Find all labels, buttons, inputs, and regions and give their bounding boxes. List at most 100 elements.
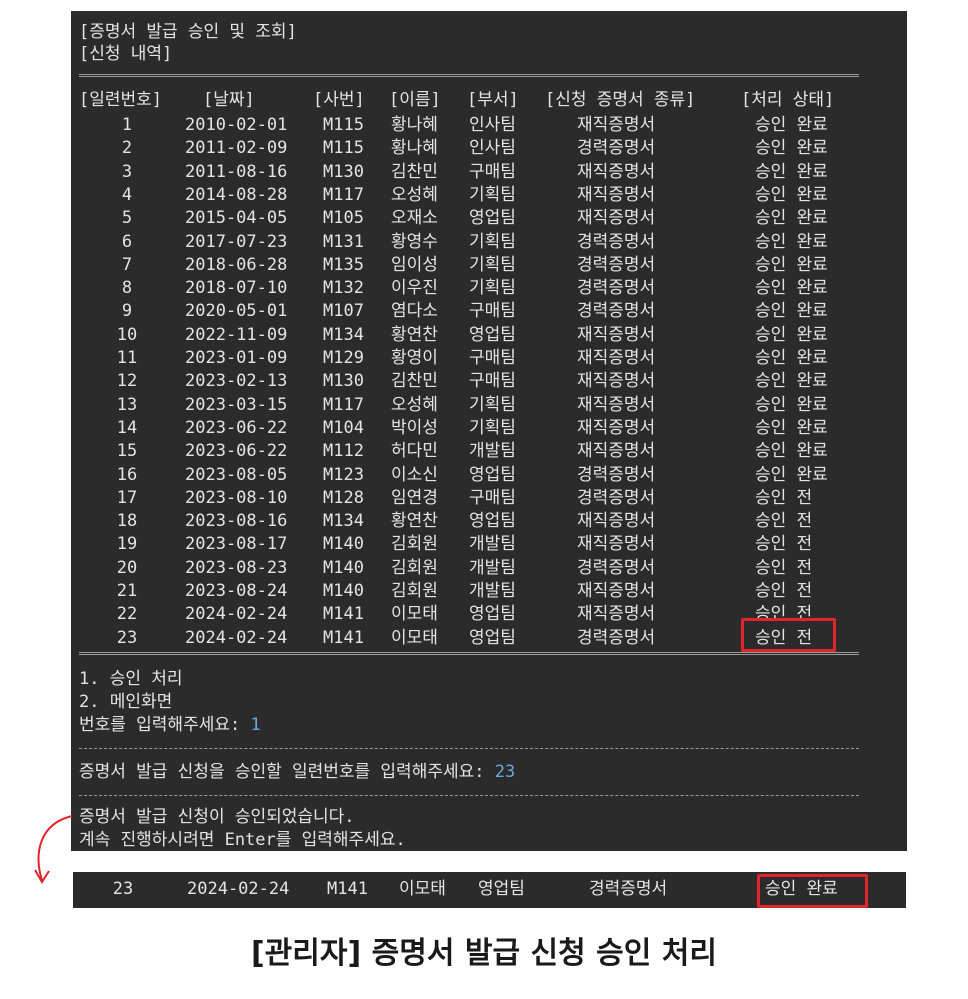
cell-type: 경력증명서 xyxy=(577,301,656,322)
menu-input-value: 1 xyxy=(250,715,261,735)
cell-emp: M131 xyxy=(323,231,364,252)
table-row: 18 2023-08-16 M134 황연찬 영업팀 재직증명서 승인 전 xyxy=(71,510,907,533)
table-row: 11 2023-01-09 M129 황영이 구매팀 재직증명서 승인 완료 xyxy=(71,347,907,370)
continue-prompt: 계속 진행하시려면 Enter를 입력해주세요. xyxy=(79,830,406,850)
cell-status: 승인 완료 xyxy=(755,115,828,135)
divider xyxy=(79,652,859,655)
cell-name: 이모태 xyxy=(391,604,438,625)
divider xyxy=(79,795,859,796)
serial-prompt[interactable]: 증명서 발급 신청을 승인할 일련번호를 입력해주세요: 23 xyxy=(79,761,515,784)
cell-emp: M141 xyxy=(323,627,364,648)
highlight-box xyxy=(741,618,836,652)
cell-type: 재직증명서 xyxy=(577,208,656,229)
curved-arrow-icon xyxy=(34,815,73,884)
divider xyxy=(79,748,859,749)
cell-dept: 개발팀 xyxy=(469,534,516,555)
screen-title: [증명서 발급 승인 및 조회] xyxy=(79,22,297,42)
cell-date: 2018-07-10 xyxy=(185,278,288,299)
cell-emp: M128 xyxy=(323,487,364,508)
cell-seq: 21 xyxy=(116,581,138,601)
cell-status: 승인 완료 xyxy=(755,184,828,205)
cell-seq: 6 xyxy=(121,231,133,252)
divider xyxy=(79,74,859,77)
table-row: 10 2022-11-09 M134 황연찬 영업팀 재직증명서 승인 완료 xyxy=(71,324,907,347)
cell-seq: 13 xyxy=(116,394,138,415)
cell-status: 승인 전 xyxy=(755,581,813,601)
cell-name: 황나혜 xyxy=(391,138,438,159)
cell-status: 승인 완료 xyxy=(755,231,828,252)
cell-dept: 인사팀 xyxy=(469,138,516,159)
cell-status: 승인 완료 xyxy=(755,278,828,299)
cell-date: 2015-04-05 xyxy=(185,208,288,229)
cell-name: 김찬민 xyxy=(391,371,438,392)
success-message: 증명서 발급 신청이 승인되었습니다. xyxy=(79,807,355,827)
table-row: 20 2023-08-23 M140 김회원 개발팀 경력증명서 승인 전 xyxy=(71,557,907,580)
cell-dept: 구매팀 xyxy=(469,487,516,508)
cell-dept: 인사팀 xyxy=(469,115,516,135)
cell-emp: M130 xyxy=(323,161,364,182)
cell-dept: 구매팀 xyxy=(469,161,516,182)
cell-status: 승인 완료 xyxy=(755,394,828,415)
cell-name: 오성혜 xyxy=(391,184,438,205)
cell-emp: M117 xyxy=(323,394,364,415)
cell-name: 김회원 xyxy=(391,581,438,601)
cell-seq: 1 xyxy=(121,115,133,135)
cell-status: 승인 전 xyxy=(755,511,813,532)
cell-type: 재직증명서 xyxy=(577,417,656,438)
cell-seq: 20 xyxy=(116,557,138,578)
cell-seq: 7 xyxy=(121,254,133,275)
cell-date: 2024-02-24 xyxy=(185,627,288,648)
cell-status: 승인 전 xyxy=(755,534,813,555)
cell-date: 2020-05-01 xyxy=(185,301,288,322)
cell-type: 재직증명서 xyxy=(577,511,656,532)
cell-type: 재직증명서 xyxy=(577,581,656,601)
cell-dept: 개발팀 xyxy=(469,581,516,601)
cell-name: 임연경 xyxy=(391,487,438,508)
cell-seq: 12 xyxy=(116,371,138,392)
table-row: 12 2023-02-13 M130 김찬민 구매팀 재직증명서 승인 완료 xyxy=(71,370,907,393)
menu-prompt[interactable]: 번호를 입력해주세요: 1 xyxy=(79,714,261,737)
table-row: 19 2023-08-17 M140 김회원 개발팀 재직증명서 승인 전 xyxy=(71,533,907,556)
cell-emp: M134 xyxy=(323,511,364,532)
cell-seq: 2 xyxy=(121,138,133,159)
cell-date: 2023-03-15 xyxy=(185,394,288,415)
cell-status: 승인 완료 xyxy=(755,301,828,322)
cell-emp: M132 xyxy=(323,278,364,299)
table-row: 1 2010-02-01 M115 황나혜 인사팀 재직증명서 승인 완료 xyxy=(71,114,907,137)
cell-name: 황연찬 xyxy=(391,511,438,532)
cell-dept: 기획팀 xyxy=(469,278,516,299)
cell-name: 황나혜 xyxy=(391,115,438,135)
cell-status: 승인 완료 xyxy=(755,208,828,229)
cell-dept: 구매팀 xyxy=(469,301,516,322)
cell-dept: 기획팀 xyxy=(469,254,516,275)
cell-type: 경력증명서 xyxy=(577,487,656,508)
table-row: 14 2023-06-22 M104 박이성 기획팀 재직증명서 승인 완료 xyxy=(71,417,907,440)
cell-emp: M129 xyxy=(323,348,364,368)
cell-name: 이모태 xyxy=(391,627,438,648)
cell-date: 2011-02-09 xyxy=(185,138,288,159)
header-emp: [사번] xyxy=(313,90,365,110)
cell-status: 승인 완료 xyxy=(755,254,828,275)
cell-name: 황영이 xyxy=(391,348,438,368)
cell-dept: 기획팀 xyxy=(469,231,516,252)
cell-status: 승인 완료 xyxy=(755,138,828,159)
cell-date: 2023-01-09 xyxy=(185,348,288,368)
cell-date: 2023-06-22 xyxy=(185,441,288,462)
cell-type: 재직증명서 xyxy=(577,534,656,555)
cell-emp: M115 xyxy=(323,115,364,135)
cell-dept: 영업팀 xyxy=(469,627,516,648)
cell-type: 재직증명서 xyxy=(577,604,656,625)
cell-seq: 4 xyxy=(121,184,133,205)
header-name: [이름] xyxy=(389,90,441,110)
cell-emp: M112 xyxy=(323,441,364,462)
cell-type: 재직증명서 xyxy=(577,348,656,368)
cell-name: 오재소 xyxy=(391,208,438,229)
cell-type: 재직증명서 xyxy=(577,371,656,392)
cell-status: 승인 완료 xyxy=(755,441,828,462)
cell-type: 재직증명서 xyxy=(577,324,656,345)
cell-dept: 영업팀 xyxy=(469,604,516,625)
table-header: [일련번호] [날짜] [사번] [이름] [부서] [신청 증명서 종류] [… xyxy=(71,89,907,112)
cell-emp: M140 xyxy=(323,557,364,578)
cell-status: 승인 완료 xyxy=(755,161,828,182)
cell-seq: 18 xyxy=(116,511,138,532)
